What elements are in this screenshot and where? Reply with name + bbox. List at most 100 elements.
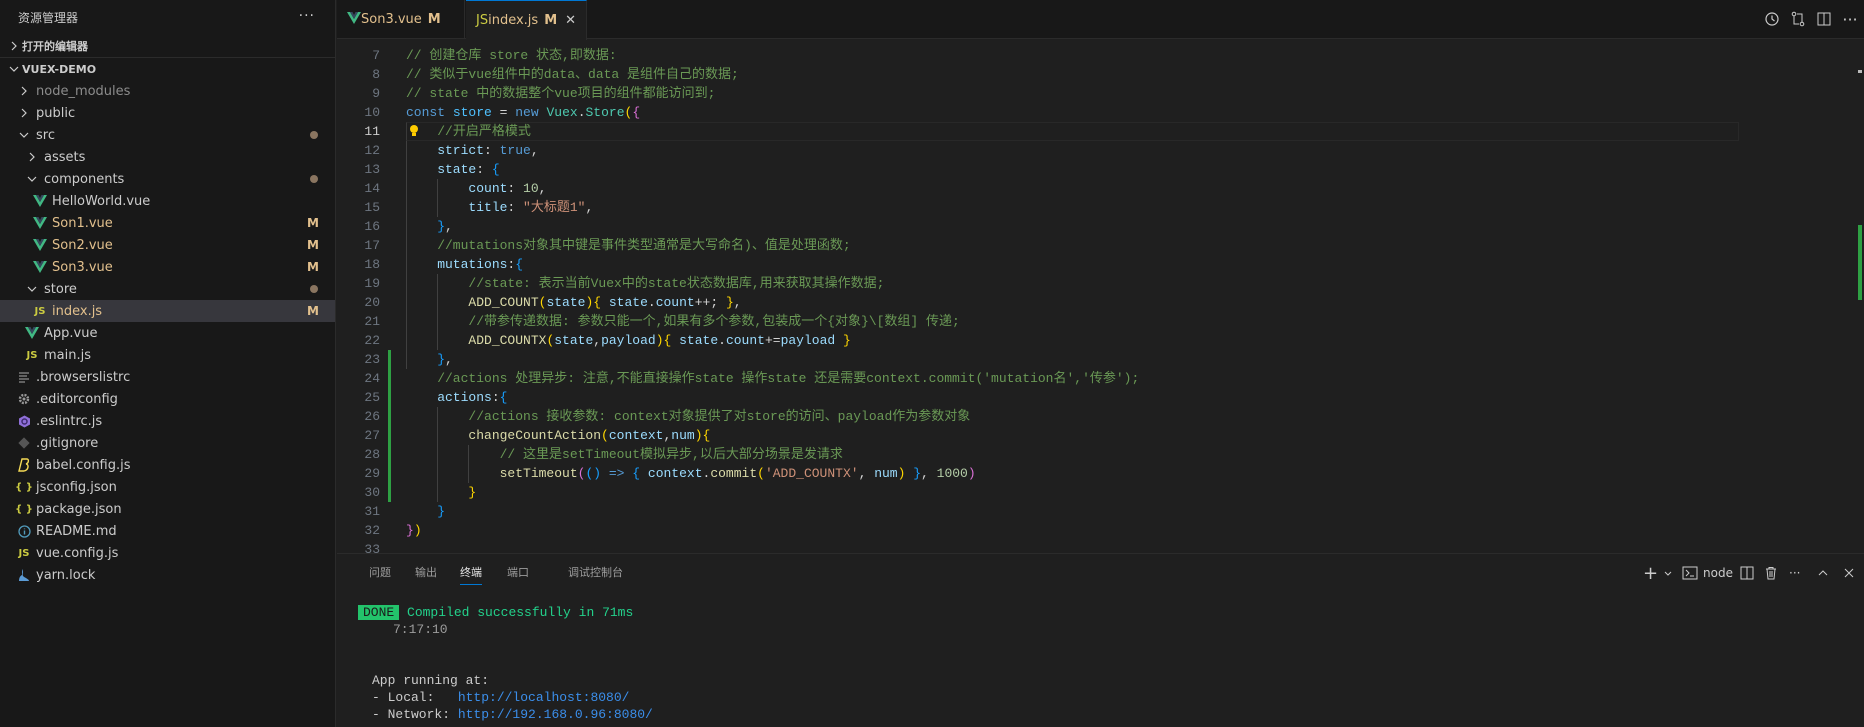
changes-dot-icon (310, 285, 318, 293)
close-panel-icon[interactable] (1843, 563, 1855, 583)
code-token: => (601, 466, 633, 481)
tree-item-assets[interactable]: assets (0, 146, 335, 168)
code-line[interactable]: 16 }, (337, 217, 1864, 236)
code-line[interactable]: 22 ADD_COUNTX(state,payload){ state.coun… (337, 331, 1864, 350)
code-line[interactable]: 11 //开启严格模式 (337, 122, 1864, 141)
code-line[interactable]: 30 } (337, 483, 1864, 502)
code-line[interactable]: 31 } (337, 502, 1864, 521)
code-token: true (499, 143, 531, 158)
tree-item-son3-vue[interactable]: Son3.vue M (0, 256, 335, 278)
code-token: num (671, 428, 695, 443)
panel-tab-2[interactable]: 终端 (460, 565, 482, 585)
tab-label: index.js (488, 13, 539, 28)
code-line[interactable]: 23 }, (337, 350, 1864, 369)
network-label: - Network: (372, 707, 458, 722)
code-line[interactable]: 24 //actions 处理异步: 注意,不能直接操作state 操作stat… (337, 369, 1864, 388)
code-line[interactable]: 28 // 这里是setTimeout模拟异步,以后大部分场景是发请求 (337, 445, 1864, 464)
code-line[interactable]: 9 // state 中的数据整个vue项目的组件都能访问到; (337, 84, 1864, 103)
code-line[interactable]: 15 title: "大标题1", (337, 198, 1864, 217)
code-editor[interactable]: 67// 创建仓库 store 状态,即数据:8// 类似于vue组件中的dat… (337, 40, 1864, 553)
code-token: : (507, 181, 524, 196)
new-terminal-icon[interactable]: + (1643, 563, 1658, 584)
code-line[interactable]: 10 const store = new Vuex.Store({ (337, 103, 1864, 122)
project-section[interactable]: VUEX-DEMO (0, 58, 335, 80)
more-actions-icon[interactable]: ··· (1789, 563, 1800, 583)
tree-item-jsconfig-json[interactable]: { } jsconfig.json (0, 476, 335, 498)
panel-tab-4[interactable]: 调试控制台 (568, 565, 623, 585)
tree-item-eslintrc-js[interactable]: .eslintrc.js (0, 410, 335, 432)
tree-item-yarn-lock[interactable]: yarn.lock (0, 564, 335, 586)
code-line[interactable]: 8 // 类似于vue组件中的data、data 是组件自己的数据; (337, 65, 1864, 84)
tree-item-package-json[interactable]: { } package.json (0, 498, 335, 520)
tree-item-main-js[interactable]: JS main.js (0, 344, 335, 366)
tree-item-vue-config-js[interactable]: JS vue.config.js (0, 542, 335, 564)
code-token: setTimeout (406, 466, 578, 481)
code-token: Vuex (546, 105, 578, 120)
tree-item-label: .browserslistrc (36, 369, 131, 385)
tree-item-label: public (36, 105, 76, 121)
line-number: 26 (364, 409, 380, 424)
code-line[interactable]: 32}) (337, 521, 1864, 540)
tree-item-components[interactable]: components (0, 168, 335, 190)
git-added-marker (388, 445, 391, 464)
network-url-link[interactable]: http://192.168.0.96:8080/ (458, 707, 653, 722)
maximize-panel-icon[interactable] (1817, 563, 1829, 583)
split-editor-icon[interactable] (1814, 9, 1834, 29)
terminal-name[interactable]: node (1703, 563, 1733, 583)
code-line[interactable]: 19 //state: 表示当前Vuex中的state状态数据库,用来获取其操作… (337, 274, 1864, 293)
terminal-output[interactable]: DONE Compiled successfully in 71ms 7:17:1… (358, 604, 653, 723)
code-line[interactable]: 29 setTimeout(() => { context.commit('AD… (337, 464, 1864, 483)
code-line[interactable]: 13 state: { (337, 160, 1864, 179)
tree-item-browserslistrc[interactable]: .browserslistrc (0, 366, 335, 388)
tree-item-gitignore[interactable]: .gitignore (0, 432, 335, 454)
line-number: 8 (372, 67, 380, 82)
code-line[interactable]: 12 strict: true, (337, 141, 1864, 160)
panel-tab-3[interactable]: 端口 (507, 565, 529, 585)
code-line[interactable]: 20 ADD_COUNT(state){ state.count++; }, (337, 293, 1864, 312)
panel-tab-1[interactable]: 输出 (415, 565, 437, 585)
tree-item-son1-vue[interactable]: Son1.vue M (0, 212, 335, 234)
tree-item-index-js[interactable]: JS index.js M (0, 300, 335, 322)
code-token: 1000 (936, 466, 968, 481)
code-line[interactable]: 21 //带参传递数据: 参数只能一个,如果有多个参数,包装成一个{对象}\[数… (337, 312, 1864, 331)
tree-item-readme-md[interactable]: README.md (0, 520, 335, 542)
compare-changes-icon[interactable] (1788, 9, 1808, 29)
code-line[interactable]: 17 //mutations对象其中键是事件类型通常是大写命名)、值是处理函数; (337, 236, 1864, 255)
tree-item-store[interactable]: store (0, 278, 335, 300)
tree-item-src[interactable]: src (0, 124, 335, 146)
lightbulb-icon[interactable] (409, 124, 419, 138)
tree-item-son2-vue[interactable]: Son2.vue M (0, 234, 335, 256)
code-line[interactable]: 25 actions:{ (337, 388, 1864, 407)
split-terminal-icon[interactable] (1740, 563, 1754, 583)
chevron-down-icon[interactable] (1663, 563, 1673, 583)
tree-item-helloworld-vue[interactable]: HelloWorld.vue (0, 190, 335, 212)
code-token: new (515, 105, 539, 120)
code-line[interactable]: 26 //actions 接收参数: context对象提供了对store的访问… (337, 407, 1864, 426)
more-actions-icon[interactable]: ··· (1840, 9, 1860, 29)
code-line[interactable]: 33 (337, 540, 1864, 553)
list-lines-icon (16, 369, 32, 385)
code-token: += (764, 333, 781, 348)
code-token: { (515, 257, 524, 272)
tree-item-node-modules[interactable]: node_modules (0, 80, 335, 102)
open-editors-section[interactable]: 打开的编辑器 (0, 35, 335, 58)
tree-item-app-vue[interactable]: App.vue (0, 322, 335, 344)
close-icon[interactable]: ✕ (565, 13, 576, 28)
code-line[interactable]: 14 count: 10, (337, 179, 1864, 198)
tree-item-editorconfig[interactable]: .editorconfig (0, 388, 335, 410)
tree-item-babel-config-js[interactable]: babel.config.js (0, 454, 335, 476)
tab-index-js[interactable]: JS index.js M ✕ (466, 0, 587, 40)
timeline-history-icon[interactable] (1762, 9, 1782, 29)
code-line[interactable]: 18 mutations:{ (337, 255, 1864, 274)
local-url-link[interactable]: http://localhost:8080/ (458, 690, 630, 705)
code-token: } (842, 333, 851, 348)
code-line[interactable]: 27 changeCountAction(context,num){ (337, 426, 1864, 445)
terminal-icon[interactable] (1682, 563, 1698, 583)
more-actions-icon[interactable]: ··· (299, 8, 315, 24)
trash-icon[interactable] (1764, 563, 1778, 583)
json-icon: { } (15, 481, 33, 493)
tab-Son3-vue[interactable]: Son3.vue M (337, 0, 465, 39)
tree-item-public[interactable]: public (0, 102, 335, 124)
code-line[interactable]: 7 // 创建仓库 store 状态,即数据: (337, 46, 1864, 65)
panel-tab-0[interactable]: 问题 (369, 565, 391, 585)
